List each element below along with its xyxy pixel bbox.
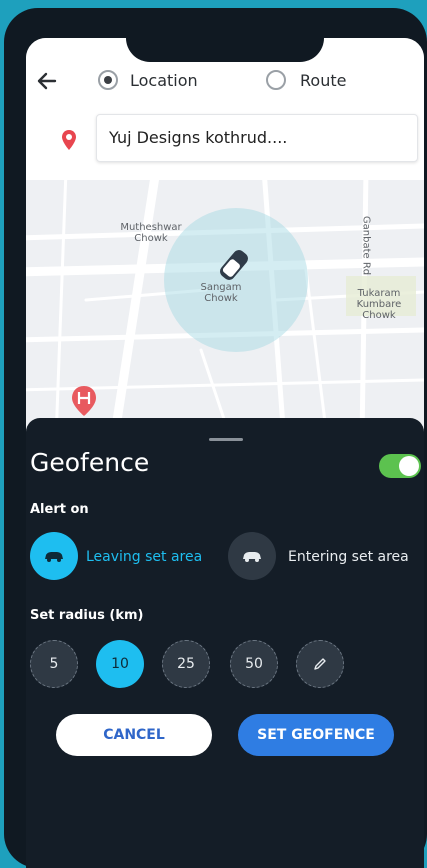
camera-notch <box>126 38 324 62</box>
location-pin-icon <box>62 130 76 150</box>
hospital-icon <box>72 386 96 416</box>
cancel-button[interactable]: CANCEL <box>56 714 212 756</box>
map-view[interactable]: Mutheshwar Chowk Sangam Chowk Tukaram Ku… <box>26 180 424 430</box>
back-button[interactable] <box>34 68 60 94</box>
custom-radius-button[interactable] <box>296 640 344 688</box>
arrow-left-icon <box>37 72 57 90</box>
top-bar: Location Route Yuj Designs kothrud.... <box>26 38 424 198</box>
app-screen: Location Route Yuj Designs kothrud.... M… <box>26 38 424 868</box>
geofence-sheet: Geofence Alert on Leaving set area Enter… <box>26 418 424 868</box>
geofence-toggle[interactable] <box>379 454 421 478</box>
car-icon <box>243 552 261 562</box>
leaving-area-label[interactable]: Leaving set area <box>86 549 202 565</box>
radio-route[interactable] <box>266 70 286 90</box>
set-radius-label: Set radius (km) <box>30 608 144 623</box>
map-label: Tukaram Kumbare Chowk <box>356 288 402 321</box>
drag-handle[interactable] <box>209 438 243 441</box>
radius-option-10[interactable]: 10 <box>96 640 144 688</box>
map-label: Sangam Chowk <box>200 282 242 304</box>
leaving-area-option[interactable] <box>30 532 78 580</box>
geofence-title: Geofence <box>30 448 150 477</box>
radius-option-25[interactable]: 25 <box>162 640 210 688</box>
map-label: Mutheshwar Chowk <box>120 222 182 244</box>
car-icon <box>45 552 63 562</box>
entering-area-label[interactable]: Entering set area <box>288 549 409 565</box>
radius-option-5[interactable]: 5 <box>30 640 78 688</box>
phone-frame: Location Route Yuj Designs kothrud.... M… <box>4 8 427 868</box>
entering-area-option[interactable] <box>228 532 276 580</box>
set-geofence-button[interactable]: SET GEOFENCE <box>238 714 394 756</box>
radius-option-50[interactable]: 50 <box>230 640 278 688</box>
radio-location-label[interactable]: Location <box>130 71 198 90</box>
radio-route-label[interactable]: Route <box>300 71 346 90</box>
pencil-icon <box>314 658 326 670</box>
radio-location[interactable] <box>98 70 118 90</box>
alert-on-label: Alert on <box>30 502 89 517</box>
map-label: Ganbate Rd <box>360 215 372 276</box>
search-input[interactable]: Yuj Designs kothrud.... <box>96 114 418 162</box>
toggle-knob <box>399 456 419 476</box>
